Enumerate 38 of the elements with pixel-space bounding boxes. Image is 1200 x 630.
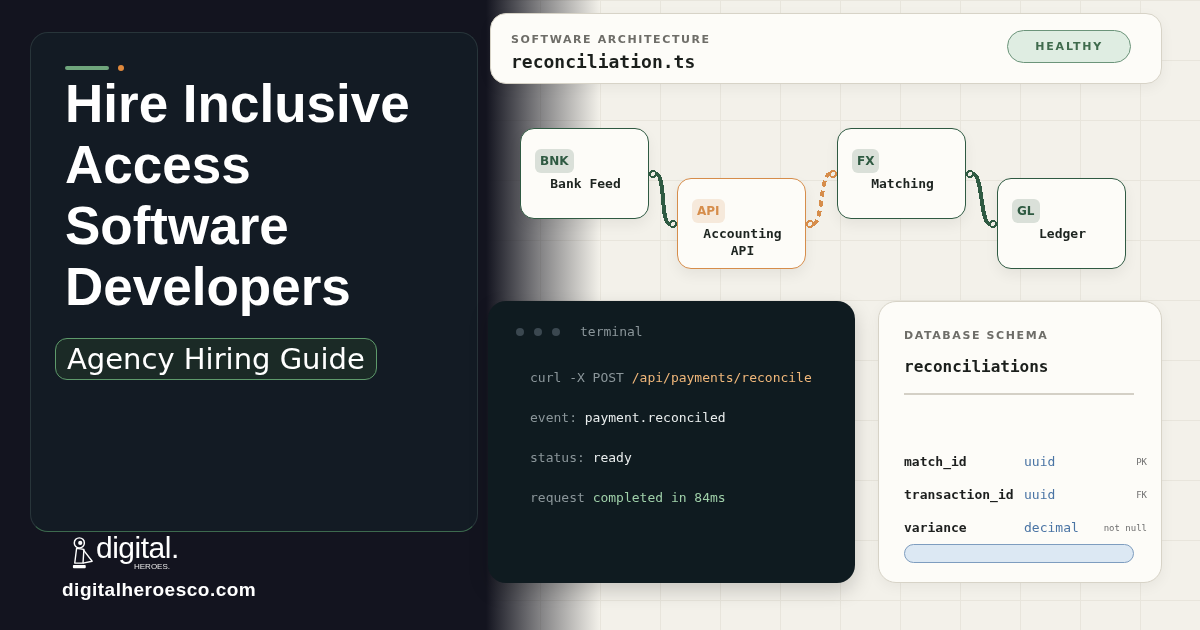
column-name: variance <box>904 518 968 537</box>
terminal-line: event: payment.reconciled <box>530 409 726 427</box>
node-tag: GL <box>1012 199 1040 223</box>
headline: Hire Inclusive Access Software Developers <box>65 73 411 317</box>
column-name: match_id <box>904 452 968 471</box>
node-tag: API <box>692 199 725 223</box>
terminal-title: terminal <box>580 323 643 341</box>
terminal-line: status: ready <box>530 449 632 467</box>
column-name: transaction_id <box>904 485 1015 504</box>
column-type: decimal <box>1024 518 1080 537</box>
caped-figure-icon <box>72 536 94 570</box>
accent-bar <box>65 66 109 70</box>
column-constraint: PK <box>1136 455 1147 468</box>
column-constraint: not null <box>1103 521 1147 534</box>
node-label: Matching <box>870 175 935 192</box>
logo-tagline: HEROES. <box>134 562 170 572</box>
terminal-line: curl -X POST /api/payments/reconcile <box>530 369 812 387</box>
column-constraint: FK <box>1136 488 1147 501</box>
section-label: DATABASE SCHEMA <box>904 329 1049 343</box>
node-label: Accounting API <box>702 225 783 259</box>
node-label: Ledger <box>1038 225 1087 242</box>
window-dot-icon <box>534 328 542 336</box>
status-badge: HEALTHY <box>1007 30 1131 63</box>
terminal-line: request completed in 84ms <box>530 489 726 507</box>
website-url: digitalheroesco.com <box>62 579 257 601</box>
dot-icon <box>118 65 124 71</box>
section-label: SOFTWARE ARCHITECTURE <box>511 33 711 47</box>
guide-badge: Agency Hiring Guide <box>55 338 377 380</box>
node-label: Bank Feed <box>549 175 622 192</box>
table-name: reconciliations <box>904 357 1049 377</box>
window-dot-icon <box>516 328 524 336</box>
window-dot-icon <box>552 328 560 336</box>
node-tag: FX <box>852 149 880 173</box>
column-type: uuid <box>1024 452 1057 471</box>
column-type: uuid <box>1024 485 1057 504</box>
file-name: reconciliation.ts <box>511 51 696 73</box>
logo-wordmark: digital. <box>96 534 179 562</box>
node-tag: BNK <box>535 149 574 173</box>
